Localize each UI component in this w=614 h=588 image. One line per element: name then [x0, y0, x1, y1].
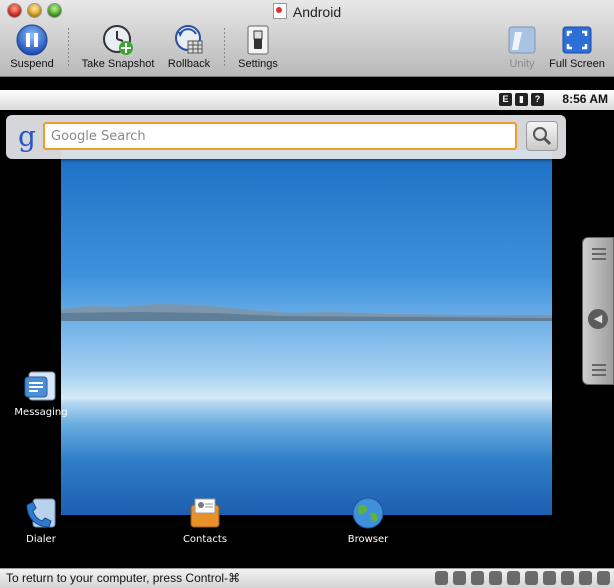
app-drawer-tab[interactable]: ◀ — [582, 237, 614, 385]
google-search-widget: g — [6, 115, 566, 159]
headphones-icon[interactable] — [453, 571, 466, 585]
phone-icon — [26, 498, 56, 528]
unity-label: Unity — [509, 58, 535, 70]
rollback-button[interactable]: Rollback — [164, 24, 214, 70]
network-type-icon: E — [499, 93, 512, 106]
guest-screen[interactable]: E ▮ ? 8:56 AM g ◀ — [0, 90, 614, 568]
window-titlebar: Android Suspend Take Snapshot Rollback S… — [0, 0, 614, 77]
snapshot-label: Take Snapshot — [81, 58, 155, 70]
contacts-icon — [190, 498, 220, 528]
unity-button[interactable]: Unity — [500, 24, 544, 70]
settings-button[interactable]: Settings — [234, 24, 282, 70]
google-logo: g — [18, 120, 36, 153]
messaging-label: Messaging — [14, 407, 68, 418]
toolbar-separator — [68, 28, 69, 68]
suspend-button[interactable]: Suspend — [8, 24, 56, 70]
return-hint: To return to your computer, press Contro… — [6, 571, 241, 585]
dialer-shortcut[interactable]: Dialer — [16, 495, 66, 545]
toolbar-separator — [224, 28, 225, 68]
browser-label: Browser — [347, 534, 389, 545]
android-status-bar: E ▮ ? 8:56 AM — [0, 90, 614, 110]
search-input[interactable] — [43, 122, 517, 150]
unity-icon — [508, 26, 536, 54]
contacts-label: Contacts — [182, 534, 228, 545]
shared-folder-icon[interactable] — [561, 571, 574, 585]
messaging-shortcut[interactable]: Messaging — [14, 368, 68, 418]
fullscreen-icon — [562, 26, 592, 54]
magnifier-icon — [533, 127, 552, 146]
usb-icon[interactable] — [471, 571, 484, 585]
network-device-icon[interactable] — [435, 571, 448, 585]
window-title: Android — [0, 3, 614, 20]
search-button[interactable] — [526, 121, 558, 151]
cd-rom-icon[interactable] — [525, 571, 538, 585]
vm-status-bar: To return to your computer, press Contro… — [0, 568, 614, 588]
pause-icon — [16, 24, 48, 56]
mountain-horizon — [61, 304, 552, 321]
signal-strength-icon: ▮ — [515, 93, 528, 106]
snapshot-clock-icon — [103, 25, 133, 55]
take-snapshot-button[interactable]: Take Snapshot — [78, 24, 158, 70]
bluetooth-icon[interactable] — [507, 571, 520, 585]
contacts-shortcut[interactable]: Contacts — [180, 495, 230, 545]
suspend-label: Suspend — [10, 58, 54, 70]
status-time: 8:56 AM — [562, 92, 608, 106]
vm-document-icon — [272, 3, 287, 19]
home-wallpaper — [61, 150, 552, 515]
full-screen-button[interactable]: Full Screen — [546, 24, 608, 70]
dialer-label: Dialer — [26, 534, 56, 545]
fullscreen-label: Full Screen — [549, 58, 605, 70]
settings-label: Settings — [238, 58, 278, 70]
display-icon[interactable] — [597, 571, 610, 585]
chevron-left-icon: ◀ — [588, 309, 608, 329]
settings-switch-icon — [247, 25, 269, 55]
sound-icon[interactable] — [579, 571, 592, 585]
printer-icon[interactable] — [543, 571, 556, 585]
rollback-label: Rollback — [167, 58, 211, 70]
window-title-text: Android — [292, 4, 342, 20]
messaging-icon — [24, 371, 56, 401]
browser-shortcut[interactable]: Browser — [343, 495, 393, 545]
battery-unknown-icon: ? — [531, 93, 544, 106]
hard-disk-icon[interactable] — [489, 571, 502, 585]
globe-icon — [352, 497, 384, 529]
rollback-clock-icon — [175, 25, 203, 54]
